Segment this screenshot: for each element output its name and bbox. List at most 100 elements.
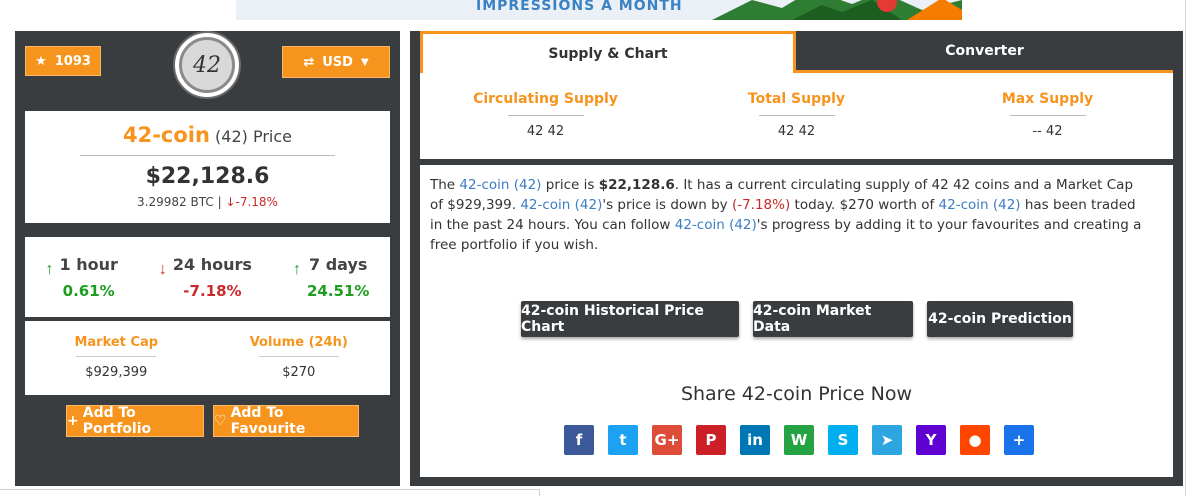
supply-divider (1009, 115, 1086, 116)
banner-mountain-graphic (712, 0, 962, 20)
desc-text: today. $270 worth of (790, 197, 939, 213)
star-icon: ★ (35, 53, 47, 69)
coin-name: 42-coin (122, 123, 210, 147)
supply-divider (507, 115, 584, 116)
arrow-up-icon: ↑ (45, 260, 54, 278)
market-stats-card: Market Cap $929,399 Volume (24h) $270 (25, 321, 390, 395)
rank-button[interactable]: ★ 1093 (25, 46, 101, 76)
currency-label: USD (322, 54, 353, 70)
coin-logo: 42 (173, 31, 241, 99)
top-banner-ad[interactable]: IMPRESSIONS A MONTH (236, 0, 962, 20)
price-divider (80, 155, 335, 156)
change-value: 0.61% (62, 281, 115, 300)
linkedin-icon[interactable]: in (740, 425, 770, 455)
prediction-button[interactable]: 42-coin Prediction (927, 301, 1073, 337)
supply-value: 42 42 (777, 124, 816, 139)
add-favourite-label: Add To Favourite (230, 405, 306, 437)
currency-select-button[interactable]: ⇄ USD ▼ (282, 46, 390, 78)
coin-link[interactable]: 42-coin (42) (939, 197, 1021, 213)
swap-arrows-icon: ⇄ (303, 54, 315, 70)
plus-icon: + (67, 413, 79, 429)
facebook-icon[interactable]: f (564, 425, 594, 455)
circulating-supply: Circulating Supply 42 42 (420, 73, 671, 159)
supply-divider (758, 115, 835, 116)
arrow-up-icon: ↑ (292, 260, 301, 278)
tab-converter[interactable]: Converter (796, 31, 1173, 73)
desc-text: price is (541, 177, 599, 193)
supply-value: 42 42 (526, 124, 565, 139)
total-supply: Total Supply 42 42 (671, 73, 922, 159)
arrow-down-icon: ↓ (158, 260, 167, 278)
coin-link[interactable]: 42-coin (42) (675, 217, 757, 233)
historical-price-chart-button[interactable]: 42-coin Historical Price Chart (521, 301, 739, 337)
desc-change: (-7.18%) (731, 197, 791, 213)
skype-icon[interactable]: S (828, 425, 858, 455)
coin-link[interactable]: 42-coin (42) (459, 177, 541, 193)
coin-summary-panel: ★ 1093 42 ⇄ USD ▼ 42-coin (42) Price $22… (15, 31, 400, 486)
arrow-down-icon: ↓ (225, 195, 236, 209)
volume-24h: Volume (24h) $270 (208, 321, 391, 395)
market-cap-value: $929,399 (85, 365, 148, 380)
max-supply: Max Supply -- 42 (922, 73, 1173, 159)
coin-link[interactable]: 42-coin (42) (520, 197, 602, 213)
coin-detail-panel: Supply & Chart Converter Circulating Sup… (410, 31, 1183, 486)
supply-label: Max Supply (1001, 91, 1094, 107)
banner-text: IMPRESSIONS A MONTH (476, 0, 683, 14)
desc-text: The (430, 177, 460, 193)
supply-label: Total Supply (747, 91, 846, 107)
price-word: Price (252, 127, 293, 146)
change-label: 1 hour (59, 254, 118, 274)
google-plus-icon[interactable]: G+ (652, 425, 682, 455)
volume-divider (258, 356, 339, 357)
change-label: 7 days (309, 254, 368, 274)
tab-supply-chart[interactable]: Supply & Chart (420, 31, 796, 73)
page-edge-divider (1185, 0, 1186, 496)
market-data-button[interactable]: 42-coin Market Data (753, 301, 913, 337)
price-changes-card: ↑ 1 hour 0.61% ↓ 24 hours -7.18% ↑ 7 day… (25, 237, 390, 317)
btc-value: 3.29982 BTC (137, 195, 214, 209)
bottom-divider (0, 489, 540, 490)
desc-text: 's price is down by (602, 197, 732, 213)
description-card: The 42-coin (42) price is $22,128.6. It … (420, 165, 1173, 477)
supply-card: Circulating Supply 42 42 Total Supply 42… (420, 73, 1173, 159)
twitter-icon[interactable]: t (608, 425, 638, 455)
add-portfolio-label: Add To Portfolio (82, 405, 152, 437)
add-to-favourite-button[interactable]: ♡ Add To Favourite (213, 405, 359, 437)
desc-price: $22,128.6 (598, 177, 675, 193)
market-cap-label: Market Cap (74, 335, 159, 350)
price-change-24h: -7.18% (235, 195, 278, 209)
heart-icon: ♡ (214, 413, 227, 429)
current-price: $22,128.6 (145, 164, 270, 189)
volume-value: $270 (282, 365, 316, 380)
change-value: -7.18% (183, 281, 242, 300)
supply-label: Circulating Supply (473, 91, 618, 107)
market-cap-divider (76, 356, 157, 357)
more-share-icon[interactable]: + (1004, 425, 1034, 455)
supply-value: -- 42 (1032, 124, 1063, 139)
change-value: 24.51% (306, 281, 370, 300)
yahoo-icon[interactable]: Y (916, 425, 946, 455)
price-card: 42-coin (42) Price $22,128.6 3.29982 BTC… (25, 111, 390, 223)
change-24h: ↓ 24 hours -7.18% (159, 255, 252, 300)
reddit-icon[interactable]: ● (960, 425, 990, 455)
volume-label: Volume (24h) (249, 335, 348, 350)
market-cap: Market Cap $929,399 (25, 321, 208, 395)
add-to-portfolio-button[interactable]: + Add To Portfolio (66, 405, 204, 437)
separator: | (217, 195, 222, 209)
caret-down-icon: ▼ (360, 56, 369, 68)
share-title: Share 42-coin Price Now (680, 383, 913, 405)
price-heading: 42-coin (42) Price (25, 123, 390, 147)
change-1h: ↑ 1 hour 0.61% (46, 255, 118, 300)
telegram-icon[interactable]: ➤ (872, 425, 902, 455)
coin-ticker: (42) (215, 127, 248, 146)
bottom-divider-corner (539, 489, 540, 496)
coin-description: The 42-coin (42) price is $22,128.6. It … (430, 175, 1145, 255)
coin-logo-text: 42 (179, 37, 235, 93)
btc-price-line: 3.29982 BTC | ↓-7.18% (25, 195, 390, 209)
whatsapp-icon[interactable]: W (784, 425, 814, 455)
pinterest-icon[interactable]: P (696, 425, 726, 455)
rank-value: 1093 (54, 53, 91, 69)
change-label: 24 hours (172, 254, 252, 274)
change-7d: ↑ 7 days 24.51% (293, 255, 369, 300)
share-buttons: f t G+ Pin W S ➤ Y ● + (564, 425, 1034, 455)
